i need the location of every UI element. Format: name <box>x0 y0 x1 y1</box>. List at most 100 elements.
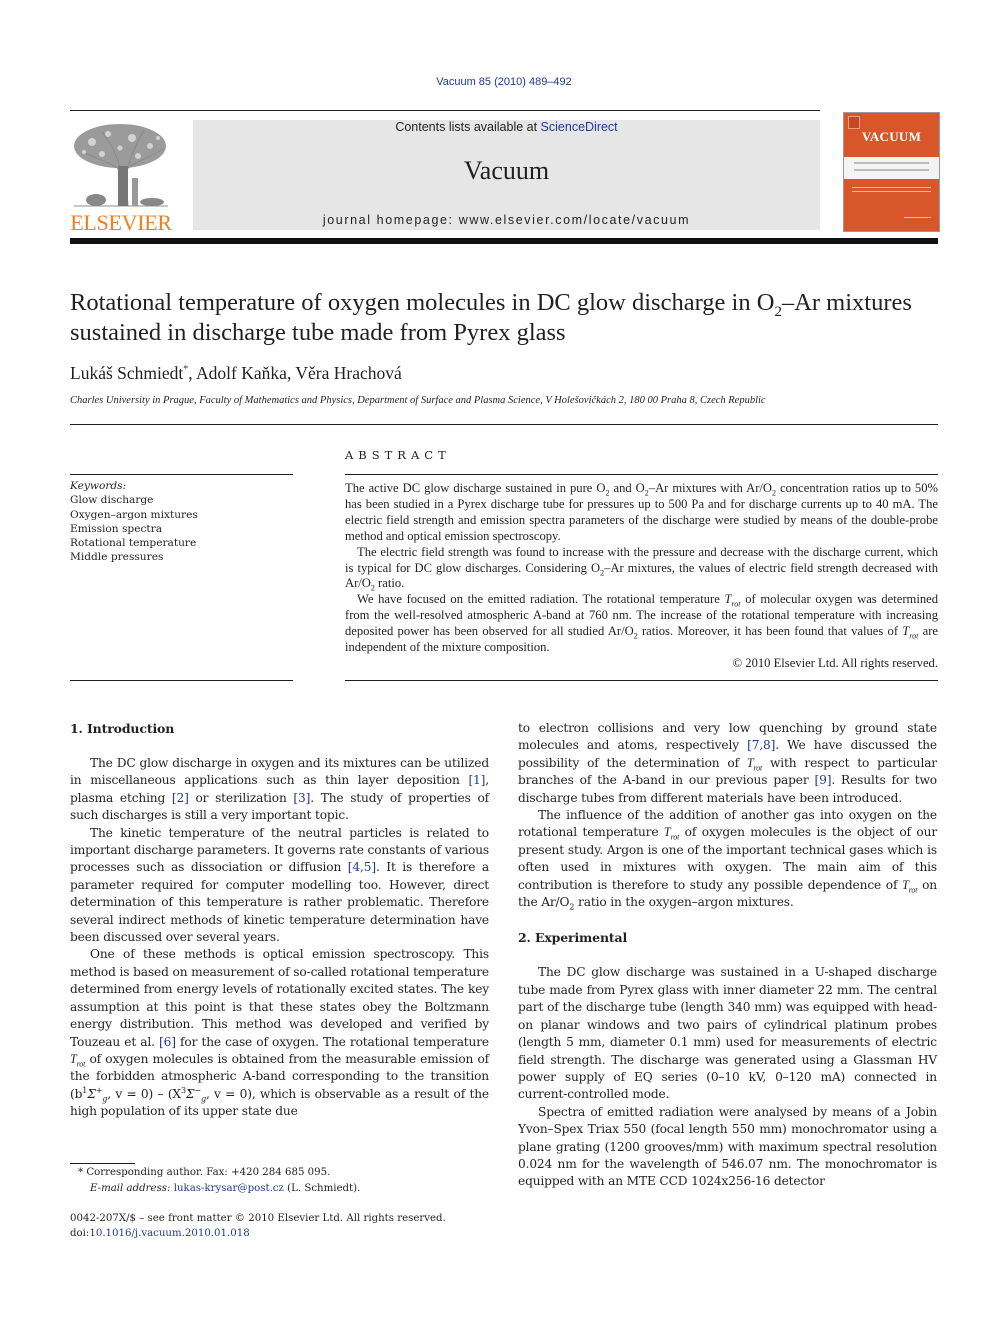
reference-link[interactable]: [9] <box>815 773 832 787</box>
author-list: Lukáš Schmiedt*, Adolf Kaňka, Věra Hrach… <box>70 363 402 383</box>
section-heading-introduction: 1. Introduction <box>70 721 175 736</box>
corresponding-author-mark[interactable]: * <box>183 364 188 375</box>
keyword-item: Oxygen–argon mixtures <box>70 508 198 521</box>
header-rule <box>70 110 820 111</box>
keyword-item: Emission spectra <box>70 522 163 535</box>
body-paragraph: One of these methods is optical emission… <box>70 946 489 1120</box>
author-name[interactable]: Věra Hrachová <box>295 363 401 383</box>
keywords-top-rule <box>70 474 293 475</box>
reference-link[interactable]: [1] <box>468 773 485 787</box>
trot-symbol: Trot <box>902 877 917 894</box>
subscript: rot <box>753 763 763 773</box>
elsevier-wordmark: ELSEVIER <box>70 210 172 235</box>
abstract-heading: ABSTRACT <box>345 448 451 462</box>
journal-homepage[interactable]: journal homepage: www.elsevier.com/locat… <box>193 213 820 227</box>
left-column: 1. Introduction The DC glow discharge in… <box>70 720 489 1121</box>
front-matter: 0042-207X/$ – see front matter © 2010 El… <box>70 1211 446 1241</box>
text: –Ar mixtures with Ar/O <box>648 481 772 495</box>
text: for the case of oxygen. The rotational t… <box>175 1034 489 1049</box>
trot-symbol: Trot <box>746 755 763 773</box>
reference-link[interactable]: [6] <box>159 1035 176 1049</box>
elsevier-logo[interactable]: ELSEVIER <box>68 120 174 236</box>
email-link[interactable]: lukas-krysar@post.cz <box>174 1183 284 1194</box>
abstract-bottom-rule <box>345 680 938 681</box>
text: , v = 0) – (X <box>107 1086 181 1101</box>
journal-name: Vacuum <box>463 156 550 185</box>
text: ratios. Moreover, it has been found that… <box>637 624 903 639</box>
issn-line: 0042-207X/$ – see front matter © 2010 El… <box>70 1213 446 1224</box>
text: The active DC glow discharge sustained i… <box>345 481 606 495</box>
symbol: T <box>902 877 909 892</box>
subscript: rot <box>909 631 919 641</box>
keywords-block: Keywords: Glow discharge Oxygen–argon mi… <box>70 479 198 565</box>
title-separator-rule <box>70 424 938 425</box>
footnote-line: E-mail address: lukas-krysar@post.cz (L.… <box>78 1181 360 1197</box>
header-thick-rule <box>70 238 938 244</box>
cover-title: VACUUM <box>861 129 922 144</box>
footnote-text: (L. Schmiedt). <box>283 1182 361 1194</box>
body-paragraph: The DC glow discharge in oxygen and its … <box>70 755 489 825</box>
body-paragraph: Spectra of emitted radiation were analys… <box>518 1104 937 1189</box>
text: and O <box>609 481 645 495</box>
journal-banner: Contents lists available at ScienceDirec… <box>193 120 820 230</box>
article-title: Rotational temperature of oxygen molecul… <box>70 288 940 348</box>
reference-link[interactable]: [4,5] <box>348 860 376 874</box>
trot-symbol: Trot <box>70 1051 86 1069</box>
body-paragraph: The influence of the addition of another… <box>518 807 937 911</box>
body-paragraph: The kinetic temperature of the neutral p… <box>70 825 489 947</box>
reference-link[interactable]: [7,8] <box>747 738 775 752</box>
contents-prefix: Contents lists available at <box>395 120 541 134</box>
symbol: T <box>663 825 671 840</box>
keyword-item: Rotational temperature <box>70 537 197 550</box>
abstract-paragraph: The electric field strength was found to… <box>345 545 938 593</box>
title-text: Rotational temperature of oxygen molecul… <box>70 289 775 316</box>
sigma-g-minus: Σ−g <box>185 1085 206 1104</box>
cover-line <box>904 217 931 218</box>
sciencedirect-link[interactable]: ScienceDirect <box>541 120 618 134</box>
doi-label: doi: <box>70 1228 90 1239</box>
journal-citation-link[interactable]: Vacuum 85 (2010) 489–492 <box>0 76 992 88</box>
text: ratio in the oxygen–argon mixtures. <box>574 895 794 910</box>
author-name[interactable]: Adolf Kaňka <box>196 363 287 383</box>
keywords-bottom-rule <box>70 680 293 681</box>
elsevier-tree-icon <box>74 124 168 207</box>
author-affiliation: Charles University in Prague, Faculty of… <box>70 395 766 406</box>
email-label: E-mail address: <box>90 1182 174 1194</box>
author-name[interactable]: Lukáš Schmiedt <box>70 363 183 383</box>
abstract-paragraph: The active DC glow discharge sustained i… <box>345 481 938 545</box>
subscript: rot <box>76 1059 86 1069</box>
abstract-paragraph: We have focused on the emitted radiation… <box>345 592 938 656</box>
cover-line <box>852 191 931 192</box>
right-column: to electron collisions and very low quen… <box>518 720 937 1191</box>
abstract-body: The active DC glow discharge sustained i… <box>345 481 938 672</box>
subscript: rot <box>670 832 680 842</box>
corresponding-author-footnote: * Corresponding author. Fax: +420 284 68… <box>78 1165 360 1196</box>
footnote-rule <box>70 1163 135 1164</box>
trot-symbol: Trot <box>724 592 740 608</box>
doi-link[interactable]: 10.1016/j.vacuum.2010.01.018 <box>89 1228 249 1239</box>
reference-link[interactable]: [3] <box>293 791 310 805</box>
footnote-line: * Corresponding author. Fax: +420 284 68… <box>78 1165 360 1181</box>
text: ratio. <box>374 576 405 591</box>
journal-cover-thumbnail[interactable]: VACUUM <box>843 112 940 232</box>
cover-line <box>852 187 931 188</box>
body-paragraph: to electron collisions and very low quen… <box>518 720 937 807</box>
keyword-item: Glow discharge <box>70 494 154 507</box>
cover-emblem-icon <box>848 116 860 129</box>
text: We have focused on the emitted radiation… <box>357 592 725 607</box>
doi-line: doi:10.1016/j.vacuum.2010.01.018 <box>70 1226 446 1241</box>
sigma-g-plus: Σ+g <box>87 1085 108 1104</box>
text: The DC glow discharge in oxygen and its … <box>70 756 489 788</box>
abstract-top-rule <box>345 474 938 475</box>
symbol: T <box>746 755 754 770</box>
reference-link[interactable]: [2] <box>172 791 189 805</box>
footnote-text: Corresponding author. Fax: +420 284 685 … <box>83 1167 331 1178</box>
symbol: T <box>70 1051 77 1066</box>
title-subscript: 2 <box>774 303 782 320</box>
citation-text[interactable]: Vacuum 85 (2010) 489–492 <box>436 76 572 88</box>
abstract-copyright: © 2010 Elsevier Ltd. All rights reserved… <box>732 655 938 670</box>
trot-symbol: Trot <box>663 825 680 842</box>
